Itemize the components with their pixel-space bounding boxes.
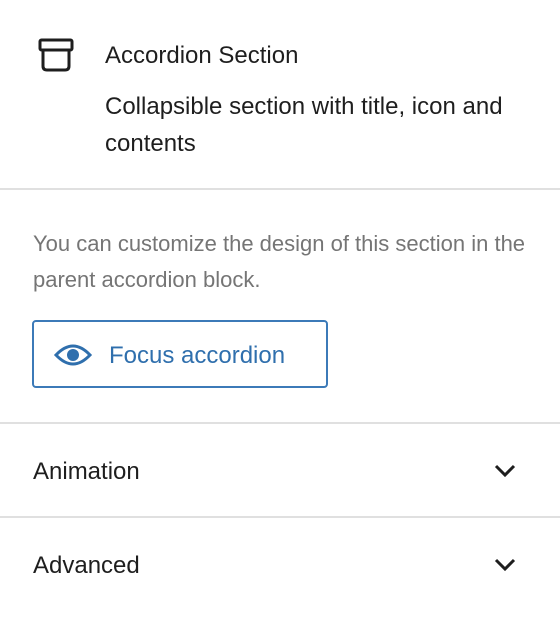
design-info-panel: You can customize the design of this sec… bbox=[0, 190, 560, 424]
block-card: Accordion Section Collapsible section wi… bbox=[0, 0, 560, 190]
panel-title-advanced: Advanced bbox=[33, 552, 140, 579]
accordion-section-icon bbox=[36, 36, 76, 76]
chevron-down-icon bbox=[494, 558, 516, 572]
panel-title-animation: Animation bbox=[33, 458, 140, 485]
chevron-down-icon bbox=[494, 464, 516, 478]
panel-advanced[interactable]: Advanced bbox=[0, 518, 560, 610]
focus-accordion-button[interactable]: Focus accordion bbox=[32, 320, 328, 388]
focus-accordion-label: Focus accordion bbox=[109, 342, 286, 369]
block-description: Collapsible section with title, icon and… bbox=[105, 93, 503, 157]
block-title: Accordion Section bbox=[105, 42, 299, 69]
panel-animation[interactable]: Animation bbox=[0, 424, 560, 518]
eye-icon bbox=[53, 343, 93, 367]
design-info-text: You can customize the design of this sec… bbox=[33, 231, 526, 292]
